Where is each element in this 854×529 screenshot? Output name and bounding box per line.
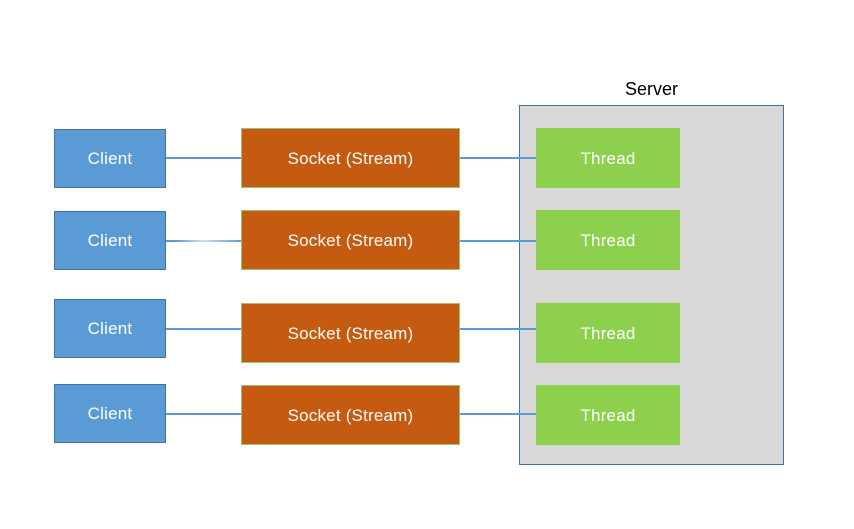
client-box-1[interactable]: Client <box>54 129 166 188</box>
connector-client-socket-4 <box>166 413 242 415</box>
server-label: Server <box>624 79 678 99</box>
socket-box-3[interactable]: Socket (Stream) <box>241 303 460 363</box>
client-box-2[interactable]: Client <box>54 211 166 270</box>
thread-box-4[interactable]: Thread <box>536 385 680 445</box>
connector-client-socket-1 <box>166 157 242 159</box>
socket-box-4[interactable]: Socket (Stream) <box>241 385 460 445</box>
client-box-4[interactable]: Client <box>54 384 166 443</box>
socket-box-1[interactable]: Socket (Stream) <box>241 128 460 188</box>
connector-socket-thread-4 <box>459 413 537 415</box>
connector-client-socket-2 <box>166 240 242 242</box>
thread-box-1[interactable]: Thread <box>536 128 680 188</box>
thread-box-2[interactable]: Thread <box>536 210 680 270</box>
connector-socket-thread-1 <box>459 157 537 159</box>
socket-box-2[interactable]: Socket (Stream) <box>241 210 460 270</box>
client-box-3[interactable]: Client <box>54 299 166 358</box>
connector-socket-thread-2 <box>459 240 537 242</box>
diagram-canvas: Server Client Socket (Stream) Thread Cli… <box>0 0 854 529</box>
connector-client-socket-3 <box>166 328 242 330</box>
connector-socket-thread-3 <box>459 328 537 330</box>
thread-box-3[interactable]: Thread <box>536 303 680 363</box>
